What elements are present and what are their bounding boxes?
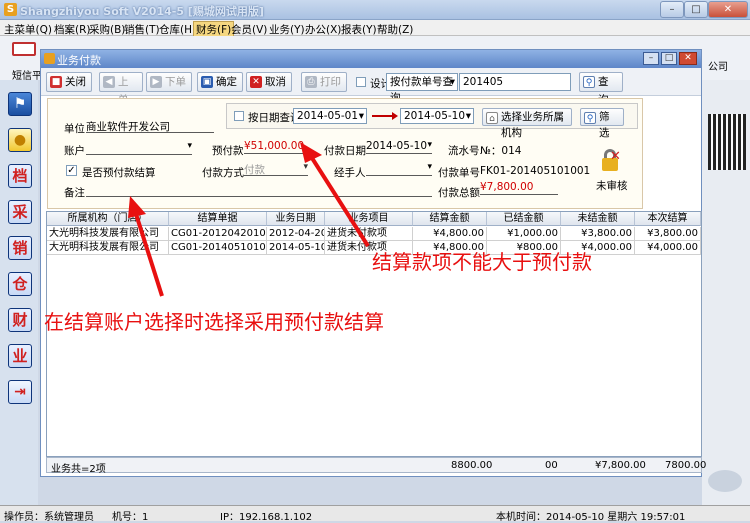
annotation-prepay-limit: 结算款项不能大于预付款 xyxy=(372,250,592,274)
arrow-to-prepay xyxy=(300,142,370,248)
arrow-to-checkbox xyxy=(128,196,164,297)
annotation-use-prepay: 在结算账户选择时选择采用预付款结算 xyxy=(44,310,384,334)
status-bar: 操作员：系统管理员 机号：1 IP：192.168.1.102 本机时间：201… xyxy=(0,505,750,523)
